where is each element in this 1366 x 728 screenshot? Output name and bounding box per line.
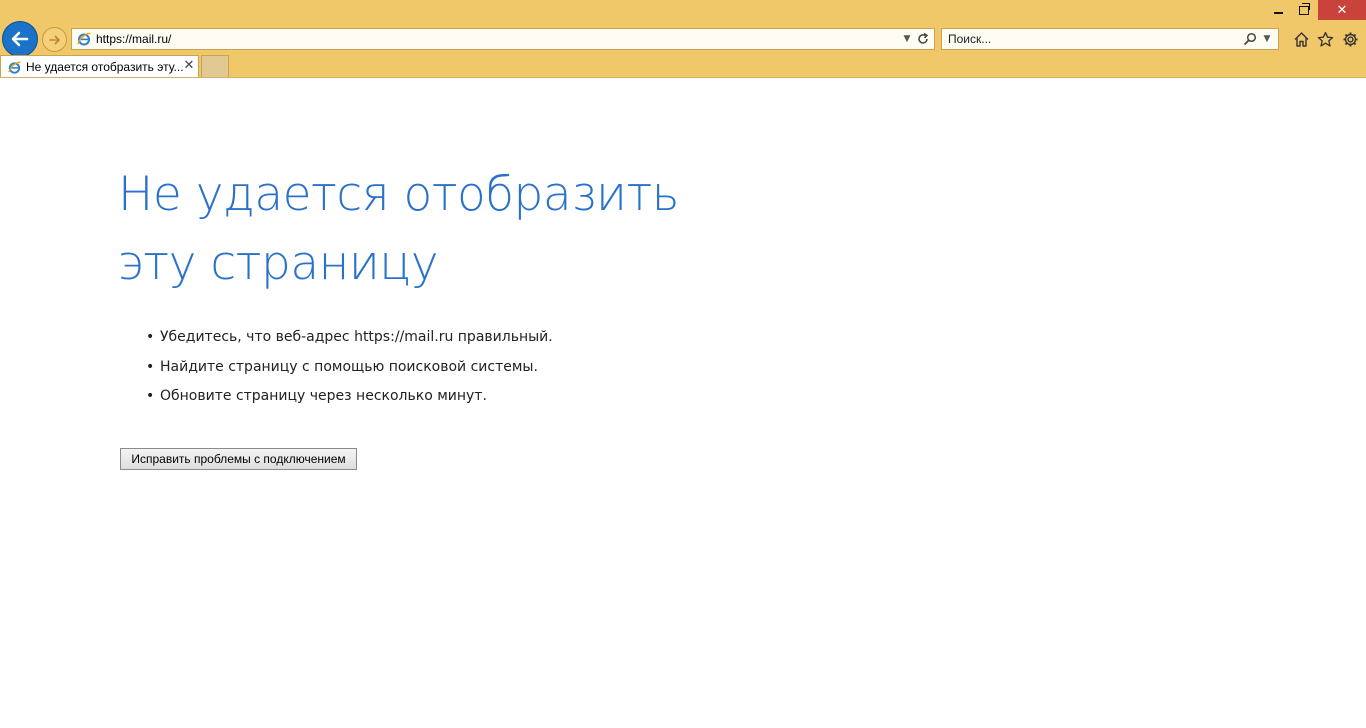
- fix-connection-button[interactable]: Исправить проблемы с подключением: [120, 448, 357, 470]
- search-bar: ▼: [941, 28, 1279, 50]
- search-chevron-down-icon[interactable]: ▼: [1262, 33, 1272, 45]
- close-icon: ✕: [1336, 2, 1348, 18]
- chrome-divider: [0, 77, 1366, 78]
- home-button[interactable]: [1291, 29, 1311, 49]
- tab-active[interactable]: Не удается отобразить эту... ✕: [0, 55, 199, 78]
- tab-title: Не удается отобразить эту...: [26, 60, 184, 74]
- search-input[interactable]: [948, 31, 1228, 47]
- close-window-button[interactable]: ✕: [1318, 0, 1366, 20]
- restore-icon: [1298, 2, 1310, 15]
- suggestion-item: Найдите страницу с помощью поисковой сис…: [146, 356, 553, 386]
- favorites-button[interactable]: [1315, 29, 1335, 49]
- arrow-right-icon: [48, 35, 60, 44]
- gear-icon: [1343, 32, 1357, 46]
- refresh-icon[interactable]: [916, 32, 930, 46]
- suggestion-item: Убедитесь, что веб-адрес https://mail.ru…: [146, 326, 553, 356]
- magnifier-icon[interactable]: [1243, 32, 1257, 46]
- tab-ie-icon: [8, 61, 21, 74]
- suggestion-item: Обновите страницу через несколько минут.: [146, 385, 553, 415]
- back-button[interactable]: [2, 21, 38, 57]
- url-input[interactable]: [96, 31, 876, 47]
- arrow-left-icon: [11, 31, 29, 47]
- minimize-icon: [1273, 12, 1283, 14]
- address-bar: ▼: [71, 28, 935, 50]
- forward-button[interactable]: [42, 27, 67, 52]
- tab-close-icon[interactable]: ✕: [183, 59, 195, 73]
- minimize-button[interactable]: [1266, 0, 1290, 20]
- star-icon: [1317, 31, 1333, 47]
- new-tab-button[interactable]: [201, 55, 229, 77]
- restore-button[interactable]: [1291, 0, 1316, 20]
- suggestion-list: Убедитесь, что веб-адрес https://mail.ru…: [146, 326, 553, 415]
- tools-button[interactable]: [1340, 29, 1360, 49]
- internet-explorer-icon: [77, 32, 91, 46]
- home-icon: [1294, 31, 1308, 47]
- page-title: Не удается отобразить эту страницу: [118, 167, 680, 291]
- browser-chrome: ✕ ▼ ▼: [0, 0, 1366, 78]
- chevron-down-icon[interactable]: ▼: [901, 33, 913, 45]
